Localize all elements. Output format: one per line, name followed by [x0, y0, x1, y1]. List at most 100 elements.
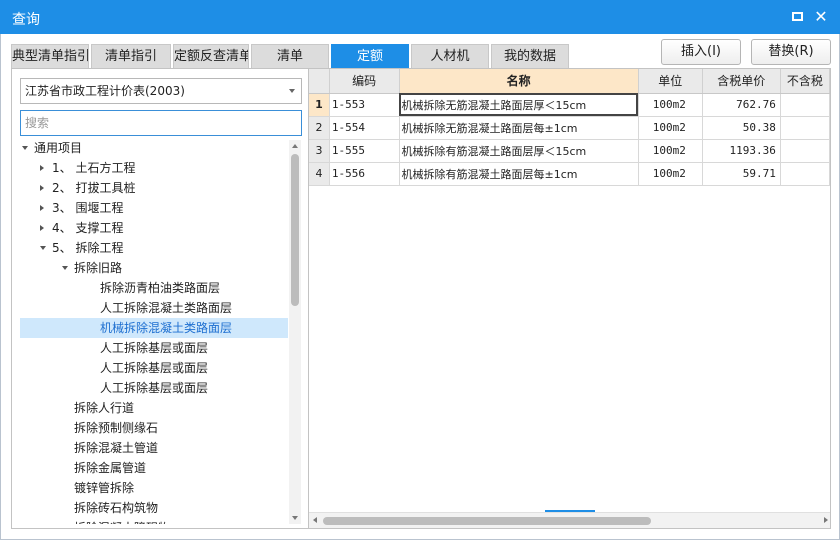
expand-right-icon[interactable] [40, 165, 44, 171]
tree-item-label: 人工拆除基层或面层 [100, 381, 209, 395]
cell-pretax-price[interactable] [780, 139, 830, 163]
tree-vertical-scrollbar[interactable] [289, 140, 301, 524]
tree-item-label: 拆除预制侧缘石 [74, 421, 159, 435]
table-row[interactable]: 1 1-553 机械拆除无筋混凝土路面层厚＜15cm 100m2 762.76 [309, 93, 830, 117]
tree-item[interactable]: 拆除混凝土障碍物 [20, 518, 288, 524]
scroll-right-icon[interactable] [824, 517, 828, 523]
cell-pretax-price[interactable] [780, 116, 830, 140]
tab-labor-material-machine[interactable]: 人材机 [411, 44, 489, 68]
cell-name[interactable]: 机械拆除有筋混凝土路面层每±1cm [399, 162, 639, 186]
cell-tax-price[interactable]: 50.38 [702, 116, 781, 140]
tab-typical-list-guide[interactable]: 典型清单指引 [11, 44, 89, 68]
expand-right-icon[interactable] [40, 185, 44, 191]
cell-pretax-price[interactable] [780, 162, 830, 186]
row-number[interactable]: 2 [309, 116, 330, 140]
insert-button[interactable]: 插入(I) [661, 39, 741, 65]
tree-item[interactable]: 1、 土石方工程 [20, 158, 288, 178]
tree-item-label: 2、 打拔工具桩 [52, 181, 136, 195]
tree-item[interactable]: 2、 打拔工具桩 [20, 178, 288, 198]
tree-item[interactable]: 镀锌管拆除 [20, 478, 288, 498]
header-rownum [309, 69, 330, 94]
table-row[interactable]: 4 1-556 机械拆除有筋混凝土路面层每±1cm 100m2 59.71 [309, 162, 830, 186]
header-code[interactable]: 编码 [329, 69, 400, 94]
scroll-down-icon[interactable] [292, 516, 298, 520]
maximize-icon[interactable] [792, 12, 803, 21]
expand-right-icon[interactable] [40, 205, 44, 211]
cell-unit[interactable]: 100m2 [638, 93, 703, 117]
cell-pretax-price[interactable] [780, 93, 830, 117]
cell-unit[interactable]: 100m2 [638, 116, 703, 140]
header-tax-price[interactable]: 含税单价 [702, 69, 781, 94]
header-unit[interactable]: 单位 [638, 69, 703, 94]
window-title: 查询 [12, 12, 40, 28]
tree-item[interactable]: 通用项目 [20, 140, 288, 158]
scroll-left-icon[interactable] [313, 517, 317, 523]
table-row[interactable]: 3 1-555 机械拆除有筋混凝土路面层厚＜15cm 100m2 1193.36 [309, 139, 830, 163]
cell-name[interactable]: 机械拆除无筋混凝土路面层每±1cm [399, 116, 639, 140]
expand-down-icon[interactable] [62, 266, 68, 270]
tree-item[interactable]: 5、 拆除工程 [20, 238, 288, 258]
tree-item-label: 人工拆除基层或面层 [100, 341, 209, 355]
scroll-up-icon[interactable] [292, 144, 298, 148]
header-name[interactable]: 名称 [399, 69, 639, 94]
expand-right-icon[interactable] [40, 225, 44, 231]
cell-name[interactable]: 机械拆除有筋混凝土路面层厚＜15cm [399, 139, 639, 163]
tree-item[interactable]: 拆除人行道 [20, 398, 288, 418]
tree-item-label: 人工拆除基层或面层 [100, 361, 209, 375]
tree-item[interactable]: 人工拆除混凝土类路面层 [20, 298, 288, 318]
tree-item[interactable]: 拆除旧路 [20, 258, 288, 278]
tree-item[interactable]: 拆除砖石构筑物 [20, 498, 288, 518]
cell-unit[interactable]: 100m2 [638, 139, 703, 163]
cell-name[interactable]: 机械拆除无筋混凝土路面层厚＜15cm [399, 93, 639, 117]
cell-tax-price[interactable]: 762.76 [702, 93, 781, 117]
quota-table: 编码 名称 单位 含税单价 不含税 1 1-553 机械拆除无筋混凝土路面层厚＜15… [309, 69, 830, 186]
tree-item[interactable]: 拆除金属管道 [20, 458, 288, 478]
expand-down-icon[interactable] [22, 146, 28, 150]
chevron-down-icon [289, 89, 295, 93]
tree-item[interactable]: 拆除预制侧缘石 [20, 418, 288, 438]
tab-bill[interactable]: 清单 [251, 44, 329, 68]
tree-item-label: 拆除金属管道 [74, 461, 147, 475]
tree-item[interactable]: 人工拆除基层或面层 [20, 358, 288, 378]
cell-unit[interactable]: 100m2 [638, 162, 703, 186]
left-panel: 江苏省市政工程计价表(2003) 通用项目 1、 土石方工程 2、 打拔工具桩 3、 … [11, 68, 311, 529]
row-number[interactable]: 1 [309, 93, 330, 117]
tree-item[interactable]: 人工拆除基层或面层 [20, 338, 288, 358]
tab-quota[interactable]: 定额 [331, 44, 409, 68]
tree-item-label: 通用项目 [34, 141, 83, 155]
table-horizontal-scrollbar[interactable] [309, 512, 830, 528]
cell-tax-price[interactable]: 59.71 [702, 162, 781, 186]
cell-code[interactable]: 1-553 [329, 93, 400, 117]
dialog-body: 典型清单指引 清单指引 定额反查清单 清单 定额 人材机 我的数据 插入(I) … [0, 34, 840, 540]
table-row[interactable]: 2 1-554 机械拆除无筋混凝土路面层每±1cm 100m2 50.38 [309, 116, 830, 140]
tree-item[interactable]: 拆除沥青柏油类路面层 [20, 278, 288, 298]
tree-item[interactable]: 人工拆除基层或面层 [20, 378, 288, 398]
row-number[interactable]: 3 [309, 139, 330, 163]
table-header-row: 编码 名称 单位 含税单价 不含税 [309, 69, 830, 94]
tree-item[interactable]: 4、 支撑工程 [20, 218, 288, 238]
expand-down-icon[interactable] [40, 246, 46, 250]
scroll-thumb[interactable] [291, 154, 299, 306]
cell-code[interactable]: 1-554 [329, 116, 400, 140]
close-icon[interactable]: ✕ [814, 9, 828, 25]
row-number[interactable]: 4 [309, 162, 330, 186]
cell-code[interactable]: 1-555 [329, 139, 400, 163]
library-select[interactable]: 江苏省市政工程计价表(2003) [20, 78, 302, 104]
tree-item[interactable]: 机械拆除混凝土类路面层 [20, 318, 288, 338]
tree-item-label: 拆除混凝土障碍物 [74, 518, 170, 524]
cell-code[interactable]: 1-556 [329, 162, 400, 186]
search-input[interactable] [20, 110, 302, 136]
tree-item[interactable]: 3、 围堰工程 [20, 198, 288, 218]
tree-item-label: 拆除混凝土管道 [74, 441, 159, 455]
tree-item-label: 1、 土石方工程 [52, 161, 136, 175]
tree-item-label: 拆除旧路 [74, 261, 123, 275]
scroll-thumb[interactable] [323, 517, 651, 525]
tree-item[interactable]: 拆除混凝土管道 [20, 438, 288, 458]
cell-tax-price[interactable]: 1193.36 [702, 139, 781, 163]
tab-quota-reverse-lookup[interactable]: 定额反查清单 [173, 44, 249, 68]
tab-my-data[interactable]: 我的数据 [491, 44, 569, 68]
replace-button[interactable]: 替换(R) [751, 39, 831, 65]
tab-list-guide[interactable]: 清单指引 [91, 44, 171, 68]
tree-item-label: 拆除沥青柏油类路面层 [100, 281, 221, 295]
header-pretax-price[interactable]: 不含税 [780, 69, 830, 94]
